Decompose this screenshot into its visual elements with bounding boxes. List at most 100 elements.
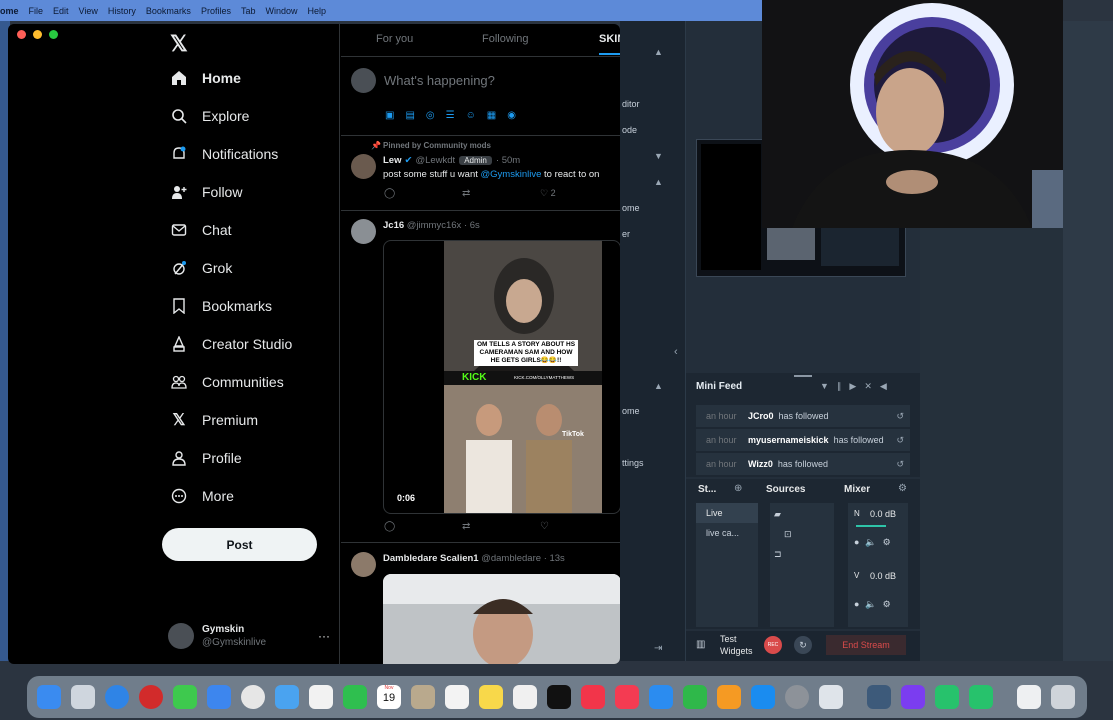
menu-help[interactable]: Help — [307, 6, 326, 16]
calendar-icon[interactable]: Nov 19 — [377, 685, 401, 709]
menu-window[interactable]: Window — [265, 6, 297, 16]
facetime-icon[interactable] — [343, 685, 367, 709]
retweet-icon[interactable]: ⇄ — [462, 521, 470, 532]
x-logo-icon[interactable]: 𝕏 — [170, 31, 188, 57]
add-scene-icon[interactable]: ⊕ — [734, 483, 742, 494]
numbers-icon[interactable] — [683, 685, 707, 709]
launchpad-icon[interactable] — [71, 685, 95, 709]
record-button[interactable]: REC — [764, 636, 782, 654]
chevron-up-icon[interactable]: ▲ — [654, 381, 663, 391]
scene-item[interactable]: live ca... — [696, 523, 758, 543]
streaming-app-icon[interactable] — [935, 685, 959, 709]
end-stream-button[interactable]: End Stream — [826, 635, 906, 655]
chevron-down-icon[interactable]: ▼ — [654, 151, 663, 161]
app-store-icon[interactable] — [751, 685, 775, 709]
sidebar-item-explore[interactable]: Explore — [170, 103, 249, 129]
compose-input[interactable]: What's happening? — [384, 73, 495, 88]
reply-icon[interactable]: ◯ — [384, 188, 395, 199]
menu-history[interactable]: History — [108, 6, 136, 16]
streamlabs-icon[interactable] — [901, 685, 925, 709]
messages-icon[interactable] — [173, 685, 197, 709]
sidebar-item-creator-studio[interactable]: Creator Studio — [170, 331, 292, 357]
sidebar-item-chat[interactable]: Chat — [170, 217, 232, 243]
menu-edit[interactable]: Edit — [53, 6, 69, 16]
freeform-icon[interactable] — [513, 685, 537, 709]
post-button[interactable]: Post — [162, 528, 317, 561]
streaming-app-icon[interactable] — [969, 685, 993, 709]
more-options-icon[interactable]: ··· — [318, 629, 330, 643]
compose-toolbar-icons[interactable]: ▣▤◎☰☺▦◉ — [385, 110, 527, 121]
chevron-up-icon[interactable]: ▲ — [654, 177, 663, 187]
menu-file[interactable]: File — [29, 6, 44, 16]
contacts-icon[interactable] — [411, 685, 435, 709]
test-widgets-button[interactable]: Test Widgets — [720, 633, 762, 657]
tab-skin[interactable]: SKIN — [599, 33, 620, 45]
account-switcher[interactable]: Gymskin @Gymskinlive ··· — [168, 616, 338, 656]
mini-feed-controls[interactable]: ▼∥▶✕◀ — [820, 381, 895, 392]
volume-meter[interactable] — [856, 525, 886, 527]
sidebar-item-bookmarks[interactable]: Bookmarks — [170, 293, 272, 319]
sidebar-item-grok[interactable]: Grok — [170, 255, 232, 281]
music-icon[interactable] — [581, 685, 605, 709]
replay-icon[interactable]: ↺ — [896, 411, 904, 422]
chevron-up-icon[interactable]: ▲ — [654, 47, 663, 57]
obs-app-icon[interactable] — [867, 685, 891, 709]
notes-icon[interactable] — [479, 685, 503, 709]
photos-icon[interactable] — [309, 685, 333, 709]
tab-following[interactable]: Following — [482, 33, 528, 45]
gear-icon[interactable]: ⚙ — [898, 483, 907, 494]
search-icon — [170, 107, 188, 125]
iphone-mirroring-icon[interactable] — [819, 685, 843, 709]
folder-icon[interactable]: ▰ — [774, 509, 781, 520]
mixer-controls[interactable]: ●🔈⚙ — [854, 599, 897, 610]
sidebar-item-home[interactable]: Home — [170, 65, 241, 91]
maps-icon[interactable] — [275, 685, 299, 709]
source-icon[interactable]: ⊐ — [774, 549, 782, 560]
video-player[interactable]: OM TELLS A STORY ABOUT HS CAMERAMAN SAM … — [383, 240, 620, 514]
dock-right-icon[interactable]: ⇥ — [654, 643, 662, 654]
mail-app-icon[interactable] — [207, 685, 231, 709]
keynote-icon[interactable] — [649, 685, 673, 709]
sidebar-item-premium[interactable]: 𝕏 Premium — [170, 407, 258, 433]
reply-icon[interactable]: ◯ — [384, 521, 395, 532]
document-icon[interactable] — [1017, 685, 1041, 709]
sidebar-item-notifications[interactable]: Notifications — [170, 141, 278, 167]
apple-tv-icon[interactable] — [547, 685, 571, 709]
system-settings-icon[interactable] — [785, 685, 809, 709]
pages-icon[interactable] — [717, 685, 741, 709]
lock-icon[interactable]: ⊡ — [784, 529, 792, 540]
chart-icon[interactable]: ▥ — [696, 639, 705, 650]
opera-icon[interactable] — [139, 685, 163, 709]
menu-tab[interactable]: Tab — [241, 6, 256, 16]
creator-icon — [170, 335, 188, 353]
scene-item[interactable]: Live — [696, 503, 758, 523]
app-menu[interactable]: ome — [0, 6, 19, 16]
drag-handle[interactable] — [794, 375, 812, 377]
mention-link[interactable]: @Gymskinlive — [481, 169, 542, 180]
news-icon[interactable] — [615, 685, 639, 709]
replay-icon[interactable]: ↺ — [896, 435, 904, 446]
trash-icon[interactable] — [1051, 685, 1075, 709]
finder-icon[interactable] — [37, 685, 61, 709]
reminders-icon[interactable] — [445, 685, 469, 709]
mixer-db: 0.0 dB — [870, 571, 897, 581]
retweet-icon[interactable]: ⇄ — [462, 188, 470, 199]
mixer-controls[interactable]: ●🔈⚙ — [854, 537, 897, 548]
menu-view[interactable]: View — [79, 6, 98, 16]
collapse-left-icon[interactable]: ‹ — [674, 346, 678, 358]
sidebar-item-communities[interactable]: Communities — [170, 369, 284, 395]
sidebar-item-more[interactable]: More — [170, 483, 234, 509]
chrome-icon[interactable] — [241, 685, 265, 709]
video-duration: 0:06 — [397, 493, 416, 503]
sidebar-item-follow[interactable]: Follow — [170, 179, 242, 205]
tab-for-you[interactable]: For you — [376, 33, 413, 45]
tweet-image[interactable] — [383, 574, 620, 664]
replay-icon[interactable]: ↺ — [896, 459, 904, 470]
safari-icon[interactable] — [105, 685, 129, 709]
menu-profiles[interactable]: Profiles — [201, 6, 231, 16]
like-icon[interactable]: ♡ — [540, 521, 549, 532]
sidebar-item-profile[interactable]: Profile — [170, 445, 242, 471]
replay-buffer-icon[interactable]: ↻ — [794, 636, 812, 654]
like-button[interactable]: ♡ 2 — [540, 188, 556, 199]
menu-bookmarks[interactable]: Bookmarks — [146, 6, 191, 16]
